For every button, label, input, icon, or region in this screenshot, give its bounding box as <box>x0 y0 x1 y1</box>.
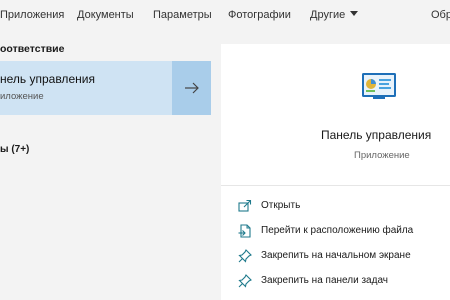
more-results-heading[interactable]: ы (7+) <box>0 144 29 155</box>
best-match-result[interactable]: нель управления иложение <box>0 61 211 115</box>
detail-title: Панель управления <box>321 128 432 142</box>
best-match-title: нель управления <box>0 72 95 86</box>
action-pin-start-label: Закрепить на начальном экране <box>261 250 411 261</box>
file-location-icon <box>238 224 251 238</box>
arrow-right-icon <box>185 82 199 94</box>
expand-details-button[interactable] <box>173 61 211 115</box>
action-open-file-location[interactable]: Перейти к расположению файла <box>221 221 450 243</box>
tab-apps[interactable]: Приложения <box>0 9 64 21</box>
results-pane: оответствие нель управления иложение ы (… <box>0 31 211 300</box>
action-pin-taskbar-label: Закрепить на панели задач <box>261 275 388 286</box>
chevron-down-icon <box>350 11 359 16</box>
tab-settings[interactable]: Параметры <box>153 9 212 21</box>
control-panel-icon <box>362 73 396 99</box>
open-icon <box>238 199 252 212</box>
search-filter-tabs: Приложения Документы Параметры Фотографи… <box>0 0 450 31</box>
tab-more[interactable]: Другие <box>310 9 359 21</box>
details-pane: Панель управления Приложение Открыть Пер… <box>221 44 450 300</box>
pin-start-icon <box>238 249 252 263</box>
tab-documents[interactable]: Документы <box>77 9 134 21</box>
tab-photos[interactable]: Фотографии <box>228 9 291 21</box>
action-pin-start[interactable]: Закрепить на начальном экране <box>221 246 450 268</box>
pin-taskbar-icon <box>238 274 252 288</box>
tab-more-label: Другие <box>310 9 346 21</box>
action-open[interactable]: Открыть <box>221 196 450 218</box>
detail-subtitle: Приложение <box>354 150 410 161</box>
action-pin-taskbar[interactable]: Закрепить на панели задач <box>221 271 450 293</box>
divider <box>221 185 450 186</box>
action-open-label: Открыть <box>261 200 301 211</box>
best-match-subtitle: иложение <box>0 91 44 102</box>
action-file-location-label: Перейти к расположению файла <box>261 225 414 236</box>
tab-feedback[interactable]: Обр <box>431 9 450 21</box>
best-match-heading: оответствие <box>0 43 65 55</box>
best-match-item[interactable]: нель управления иложение <box>0 61 172 115</box>
